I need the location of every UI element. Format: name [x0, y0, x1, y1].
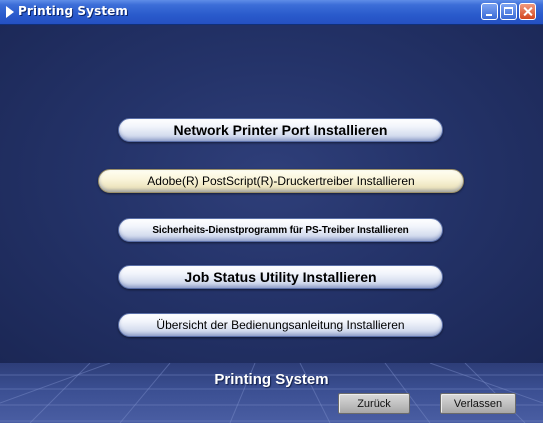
window-title: Printing System: [18, 4, 129, 18]
install-job-status-utility-button[interactable]: Job Status Utility Installieren: [118, 265, 443, 289]
installer-window: Printing System Network Printer Port Ins…: [0, 0, 543, 423]
app-arrow-icon: [6, 6, 14, 18]
menu-item-label: Network Printer Port Installieren: [173, 122, 388, 138]
install-network-printer-port-button[interactable]: Network Printer Port Installieren: [118, 118, 443, 142]
install-postscript-driver-button[interactable]: Adobe(R) PostScript(R)-Druckertreiber In…: [98, 169, 464, 193]
menu-item-label: Job Status Utility Installieren: [184, 269, 377, 285]
minimize-icon[interactable]: [481, 3, 498, 20]
back-button[interactable]: Zurück: [338, 393, 410, 414]
footer-title: Printing System: [214, 371, 329, 388]
install-security-utility-button[interactable]: Sicherheits-Dienstprogramm für PS-Treibe…: [118, 218, 443, 242]
close-icon[interactable]: [519, 3, 536, 20]
menu-item-label: Übersicht der Bedienungsanleitung Instal…: [156, 318, 405, 332]
menu-item-label: Sicherheits-Dienstprogramm für PS-Treibe…: [152, 224, 409, 236]
title-bar[interactable]: Printing System: [0, 0, 543, 25]
install-manual-overview-button[interactable]: Übersicht der Bedienungsanleitung Instal…: [118, 313, 443, 337]
menu-item-label: Adobe(R) PostScript(R)-Druckertreiber In…: [147, 174, 415, 188]
main-menu-area: Network Printer Port Installieren Adobe(…: [0, 25, 543, 363]
maximize-icon[interactable]: [500, 3, 517, 20]
footer-bar: Printing System Zurück Verlassen: [0, 363, 543, 423]
exit-button[interactable]: Verlassen: [440, 393, 516, 414]
